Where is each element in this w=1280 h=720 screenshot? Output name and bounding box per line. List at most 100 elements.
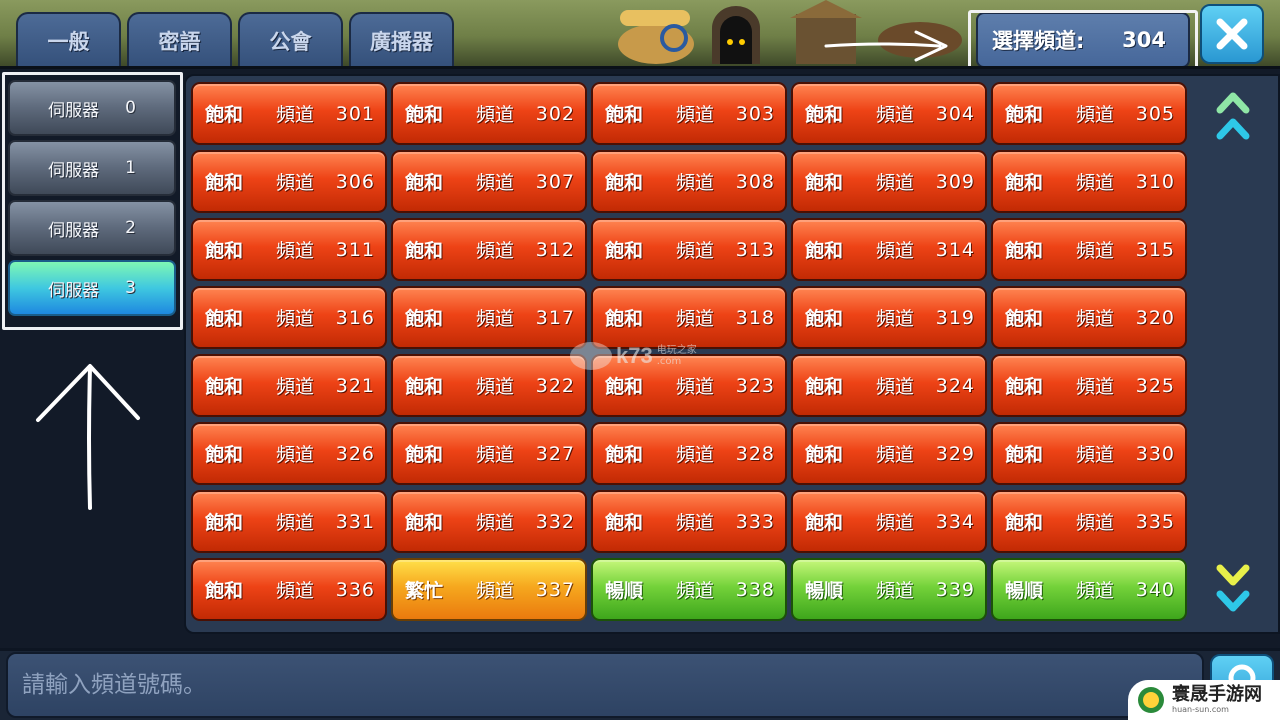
channel-button-306[interactable]: 飽和 頻道 306 (191, 150, 387, 213)
channel-button-314[interactable]: 飽和 頻道 314 (791, 218, 987, 281)
channel-status: 飽和 (205, 444, 244, 466)
channel-button-311[interactable]: 飽和 頻道 311 (191, 218, 387, 281)
channel-number-input[interactable] (6, 652, 1204, 718)
channel-button-330[interactable]: 飽和 頻道 330 (991, 422, 1187, 485)
channel-number: 319 (935, 306, 975, 329)
tab-whisper[interactable]: 密語 (127, 12, 232, 68)
channel-number: 308 (735, 170, 775, 193)
channel-word: 頻道 (875, 308, 914, 330)
channel-number: 318 (735, 306, 775, 329)
channel-button-319[interactable]: 飽和 頻道 319 (791, 286, 987, 349)
channel-number: 325 (1135, 374, 1175, 397)
site-logo: 寰晟手游网 huan-sun.com (1128, 680, 1280, 720)
channel-status: 暢順 (1005, 580, 1044, 602)
channel-number: 334 (935, 510, 975, 533)
channel-button-339[interactable]: 暢順 頻道 339 (791, 558, 987, 621)
channel-status: 飽和 (205, 512, 244, 534)
channel-button-307[interactable]: 飽和 頻道 307 (391, 150, 587, 213)
channel-button-315[interactable]: 飽和 頻道 315 (991, 218, 1187, 281)
channel-word: 頻道 (275, 512, 314, 534)
double-chevron-up-icon[interactable] (1216, 88, 1250, 148)
channel-word: 頻道 (475, 172, 514, 194)
channel-button-340[interactable]: 暢順 頻道 340 (991, 558, 1187, 621)
channel-number: 305 (1135, 102, 1175, 125)
channel-button-326[interactable]: 飽和 頻道 326 (191, 422, 387, 485)
watermark-domain: .com (656, 356, 682, 367)
channel-number: 335 (1135, 510, 1175, 533)
channel-number: 339 (935, 578, 975, 601)
channel-status: 飽和 (605, 104, 644, 126)
channel-word: 頻道 (475, 308, 514, 330)
channel-word: 頻道 (475, 580, 514, 602)
channel-status: 暢順 (805, 580, 844, 602)
channel-number: 317 (535, 306, 575, 329)
channel-status: 飽和 (205, 376, 244, 398)
tab-general[interactable]: 一般 (16, 12, 121, 68)
channel-number: 326 (335, 442, 375, 465)
channel-number: 312 (535, 238, 575, 261)
channel-button-301[interactable]: 飽和 頻道 301 (191, 82, 387, 145)
channel-number: 331 (335, 510, 375, 533)
channel-button-310[interactable]: 飽和 頻道 310 (991, 150, 1187, 213)
channel-button-324[interactable]: 飽和 頻道 324 (791, 354, 987, 417)
channel-status: 飽和 (1005, 512, 1044, 534)
channel-button-325[interactable]: 飽和 頻道 325 (991, 354, 1187, 417)
channel-button-313[interactable]: 飽和 頻道 313 (591, 218, 787, 281)
channel-status: 飽和 (205, 580, 244, 602)
channel-button-334[interactable]: 飽和 頻道 334 (791, 490, 987, 553)
channel-status: 飽和 (1005, 104, 1044, 126)
channel-button-316[interactable]: 飽和 頻道 316 (191, 286, 387, 349)
channel-button-335[interactable]: 飽和 頻道 335 (991, 490, 1187, 553)
channel-status: 飽和 (805, 444, 844, 466)
channel-button-321[interactable]: 飽和 頻道 321 (191, 354, 387, 417)
channel-button-332[interactable]: 飽和 頻道 332 (391, 490, 587, 553)
channel-button-305[interactable]: 飽和 頻道 305 (991, 82, 1187, 145)
watermark-text: k73 (616, 343, 653, 368)
channel-button-336[interactable]: 飽和 頻道 336 (191, 558, 387, 621)
channel-status: 飽和 (605, 512, 644, 534)
channel-word: 頻道 (875, 172, 914, 194)
channel-status: 飽和 (205, 172, 244, 194)
channel-button-320[interactable]: 飽和 頻道 320 (991, 286, 1187, 349)
channel-number: 323 (735, 374, 775, 397)
channel-button-338[interactable]: 暢順 頻道 338 (591, 558, 787, 621)
double-chevron-down-icon[interactable] (1216, 556, 1250, 616)
channel-button-337[interactable]: 繁忙 頻道 337 (391, 558, 587, 621)
channel-word: 頻道 (875, 376, 914, 398)
channel-number: 311 (335, 238, 375, 261)
channel-button-317[interactable]: 飽和 頻道 317 (391, 286, 587, 349)
channel-number: 316 (335, 306, 375, 329)
channel-word: 頻道 (875, 104, 914, 126)
channel-status: 飽和 (605, 308, 644, 330)
channel-button-331[interactable]: 飽和 頻道 331 (191, 490, 387, 553)
channel-button-333[interactable]: 飽和 頻道 333 (591, 490, 787, 553)
watermark-sub: 电玩之家 (656, 345, 697, 356)
channel-button-329[interactable]: 飽和 頻道 329 (791, 422, 987, 485)
channel-word: 頻道 (675, 512, 714, 534)
channel-button-303[interactable]: 飽和 頻道 303 (591, 82, 787, 145)
channel-button-309[interactable]: 飽和 頻道 309 (791, 150, 987, 213)
watermark-badge-icon (570, 342, 612, 370)
channel-button-308[interactable]: 飽和 頻道 308 (591, 150, 787, 213)
channel-button-327[interactable]: 飽和 頻道 327 (391, 422, 587, 485)
channel-status: 飽和 (405, 240, 444, 262)
channel-word: 頻道 (875, 240, 914, 262)
site-logo-text: 寰晟手游网 (1172, 684, 1262, 705)
channel-button-322[interactable]: 飽和 頻道 322 (391, 354, 587, 417)
channel-word: 頻道 (875, 512, 914, 534)
channel-number: 303 (735, 102, 775, 125)
channel-button-302[interactable]: 飽和 頻道 302 (391, 82, 587, 145)
channel-button-318[interactable]: 飽和 頻道 318 (591, 286, 787, 349)
channel-word: 頻道 (675, 308, 714, 330)
channel-number: 310 (1135, 170, 1175, 193)
channel-button-304[interactable]: 飽和 頻道 304 (791, 82, 987, 145)
tab-broadcast[interactable]: 廣播器 (349, 12, 454, 68)
channel-button-312[interactable]: 飽和 頻道 312 (391, 218, 587, 281)
channel-button-328[interactable]: 飽和 頻道 328 (591, 422, 787, 485)
channel-status: 暢順 (605, 580, 644, 602)
channel-number: 327 (535, 442, 575, 465)
close-button[interactable] (1200, 4, 1264, 64)
channel-number: 337 (535, 578, 575, 601)
channel-word: 頻道 (875, 580, 914, 602)
tab-guild[interactable]: 公會 (238, 12, 343, 68)
